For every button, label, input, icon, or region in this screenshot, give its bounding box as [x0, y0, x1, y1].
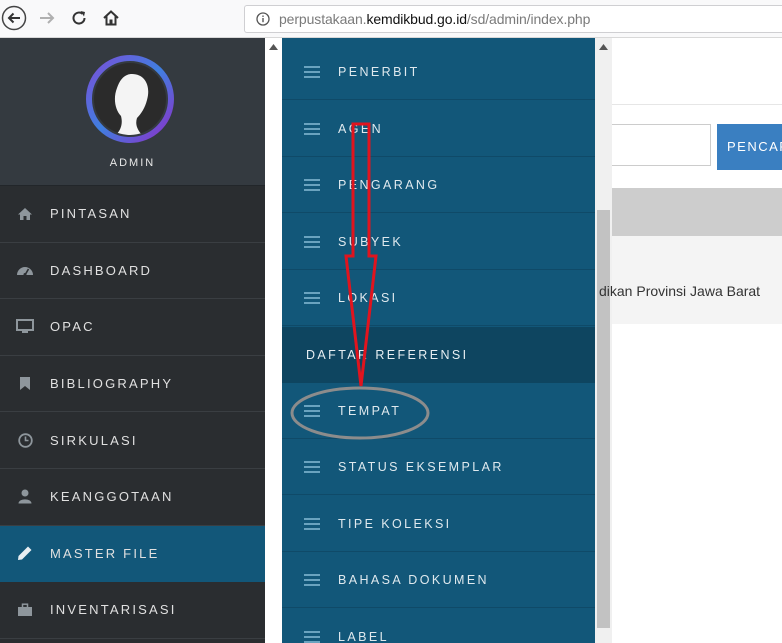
- submenu-item-lokasi[interactable]: LOKASI: [282, 270, 595, 326]
- dashboard-icon: [15, 261, 35, 279]
- search-input[interactable]: [612, 124, 711, 166]
- menu-bars-icon: [304, 630, 320, 643]
- back-arrow-icon: [1, 5, 27, 31]
- sidebar-item-keanggotaan[interactable]: KEANGGOTAAN: [0, 468, 265, 526]
- submenu-item-tipe-koleksi[interactable]: TIPE KOLEKSI: [282, 496, 595, 552]
- submenu-item-penerbit[interactable]: PENERBIT: [282, 44, 595, 100]
- menu-bars-icon: [304, 65, 320, 78]
- submenu-item-label-menu[interactable]: LABEL: [282, 609, 595, 643]
- sidebar-item-label: DASHBOARD: [50, 262, 153, 278]
- submenu-item-pengarang[interactable]: PENGARANG: [282, 157, 595, 213]
- submenu-item-label: SUBYEK: [338, 234, 404, 249]
- menu-bars-icon: [304, 460, 320, 473]
- avatar[interactable]: [85, 54, 175, 144]
- sidebar-item-label: MASTER FILE: [50, 545, 160, 561]
- section-header-label: DAFTAR REFERENSI: [306, 348, 469, 362]
- sidebar-item-pintasan[interactable]: PINTASAN: [0, 186, 265, 243]
- sidebar-item-label: INVENTARISASI: [50, 602, 177, 618]
- scroll-up-icon[interactable]: [269, 44, 278, 50]
- submenu-item-agen[interactable]: AGEN: [282, 101, 595, 157]
- sidebar: ADMIN PINTASAN DASHBOARD OPAC BIBLIOGRAP…: [0, 38, 265, 643]
- bookmark-icon: [15, 375, 35, 393]
- submenu-item-label: BAHASA DOKUMEN: [338, 572, 489, 587]
- menu-bars-icon: [304, 404, 320, 417]
- pencil-icon: [15, 544, 35, 562]
- sidebar-item-label: KEANGGOTAAN: [50, 489, 174, 505]
- info-row: [612, 236, 782, 324]
- home-icon: [103, 10, 119, 26]
- menu-bars-icon: [304, 573, 320, 586]
- divider: [612, 104, 782, 105]
- briefcase-icon: [15, 601, 35, 619]
- submenu-item-label: PENGARANG: [338, 177, 440, 192]
- sidebar-item-label: PINTASAN: [50, 206, 132, 222]
- profile-name: ADMIN: [109, 157, 156, 169]
- sidebar-item-opac[interactable]: OPAC: [0, 299, 265, 356]
- menu-bars-icon: [304, 235, 320, 248]
- url-text: perpustakaan.kemdikbud.go.id/sd/admin/in…: [279, 11, 591, 27]
- submenu-item-label: LABEL: [338, 629, 389, 643]
- menu-bars-icon: [304, 291, 320, 304]
- submenu-item-label: TEMPAT: [338, 403, 402, 418]
- sidebar-item-master-file[interactable]: MASTER FILE: [0, 525, 265, 583]
- main-content: PENCARIAN dikan Provinsi Jawa Barat: [599, 38, 782, 643]
- user-icon: [15, 488, 35, 506]
- master-file-submenu: PENERBIT AGEN PENGARANG SUBYEK LOKASI DA…: [282, 38, 595, 643]
- sidebar-item-dashboard[interactable]: DASHBOARD: [0, 242, 265, 300]
- sidebar-item-label: BIBLIOGRAPHY: [50, 376, 174, 392]
- browser-toolbar: perpustakaan.kemdikbud.go.id/sd/admin/in…: [0, 0, 782, 38]
- section-bar: [612, 188, 782, 236]
- submenu-item-label: TIPE KOLEKSI: [338, 516, 452, 531]
- sidebar-item-label: SIRKULASI: [50, 432, 138, 448]
- submenu-item-bahasa-dokumen[interactable]: BAHASA DOKUMEN: [282, 552, 595, 608]
- sidebar-scrollbar[interactable]: [265, 38, 282, 643]
- profile-panel: ADMIN: [0, 38, 265, 186]
- forward-button[interactable]: [33, 4, 61, 32]
- sidebar-item-label: OPAC: [50, 319, 95, 335]
- menu-bars-icon: [304, 122, 320, 135]
- submenu-item-subyek[interactable]: SUBYEK: [282, 214, 595, 270]
- home-icon: [15, 205, 35, 223]
- sidebar-item-sirkulasi[interactable]: SIRKULASI: [0, 412, 265, 469]
- sidebar-item-bibliography[interactable]: BIBLIOGRAPHY: [0, 355, 265, 413]
- address-bar[interactable]: perpustakaan.kemdikbud.go.id/sd/admin/in…: [244, 5, 782, 33]
- sidebar-item-inventarisasi[interactable]: INVENTARISASI: [0, 582, 265, 639]
- submenu-item-label: PENERBIT: [338, 64, 420, 79]
- back-button[interactable]: [0, 4, 28, 32]
- home-button[interactable]: [97, 4, 125, 32]
- search-button[interactable]: PENCARIAN: [717, 124, 782, 170]
- scrollbar-thumb[interactable]: [597, 210, 610, 628]
- submenu-scrollbar[interactable]: [595, 38, 612, 643]
- submenu-item-label: LOKASI: [338, 290, 398, 305]
- submenu-section-header: DAFTAR REFERENSI: [282, 327, 595, 383]
- menu-bars-icon: [304, 517, 320, 530]
- menu-bars-icon: [304, 178, 320, 191]
- clock-icon: [15, 431, 35, 449]
- reload-button[interactable]: [65, 4, 93, 32]
- submenu-item-label: STATUS EKSEMPLAR: [338, 459, 504, 474]
- monitor-icon: [15, 318, 35, 336]
- submenu-item-label: AGEN: [338, 121, 384, 136]
- forward-arrow-icon: [40, 12, 55, 24]
- info-icon[interactable]: [256, 12, 270, 26]
- submenu-item-status-eksemplar[interactable]: STATUS EKSEMPLAR: [282, 439, 595, 495]
- scroll-up-icon[interactable]: [599, 44, 608, 50]
- submenu-item-tempat[interactable]: TEMPAT: [282, 383, 595, 439]
- info-text: dikan Provinsi Jawa Barat: [599, 283, 761, 299]
- reload-icon: [72, 11, 86, 25]
